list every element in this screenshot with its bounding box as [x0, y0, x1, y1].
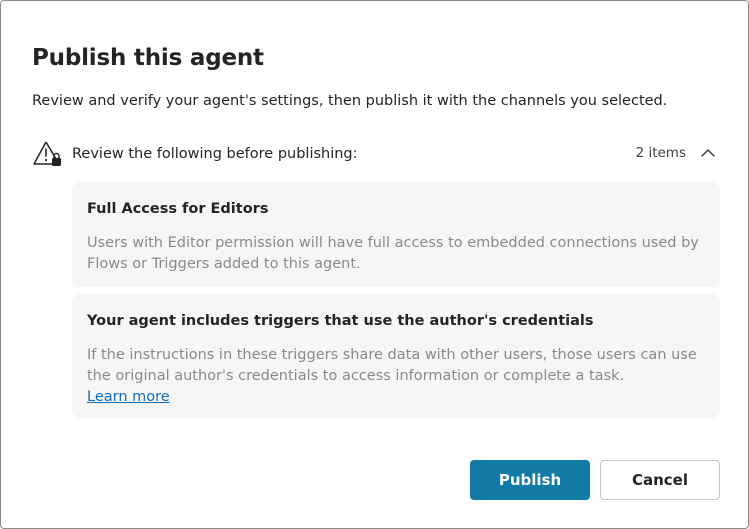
review-label: Review the following before publishing: [72, 146, 358, 162]
warning-lock-icon [32, 139, 64, 169]
dialog-subtitle: Review and verify your agent's settings,… [32, 93, 668, 109]
learn-more-link[interactable]: Learn more [87, 389, 170, 405]
review-item-card: Full Access for Editors Users with Edito… [72, 182, 720, 287]
review-item-body: If the instructions in these triggers sh… [87, 347, 697, 384]
publish-dialog: Publish this agent Review and verify you… [0, 0, 749, 529]
publish-button[interactable]: Publish [470, 460, 590, 500]
cancel-button[interactable]: Cancel [600, 460, 720, 500]
items-count: 2 items [635, 145, 686, 161]
dialog-title: Publish this agent [32, 45, 264, 71]
review-item-title: Full Access for Editors [87, 201, 269, 217]
review-item-card: Your agent includes triggers that use th… [72, 294, 720, 418]
review-item-body: Users with Editor permission will have f… [87, 235, 699, 272]
chevron-up-icon[interactable] [698, 143, 718, 163]
review-item-title: Your agent includes triggers that use th… [87, 313, 594, 329]
review-item-body-container: If the instructions in these triggers sh… [87, 345, 707, 408]
review-section-header[interactable]: Review the following before publishing: … [32, 139, 722, 169]
